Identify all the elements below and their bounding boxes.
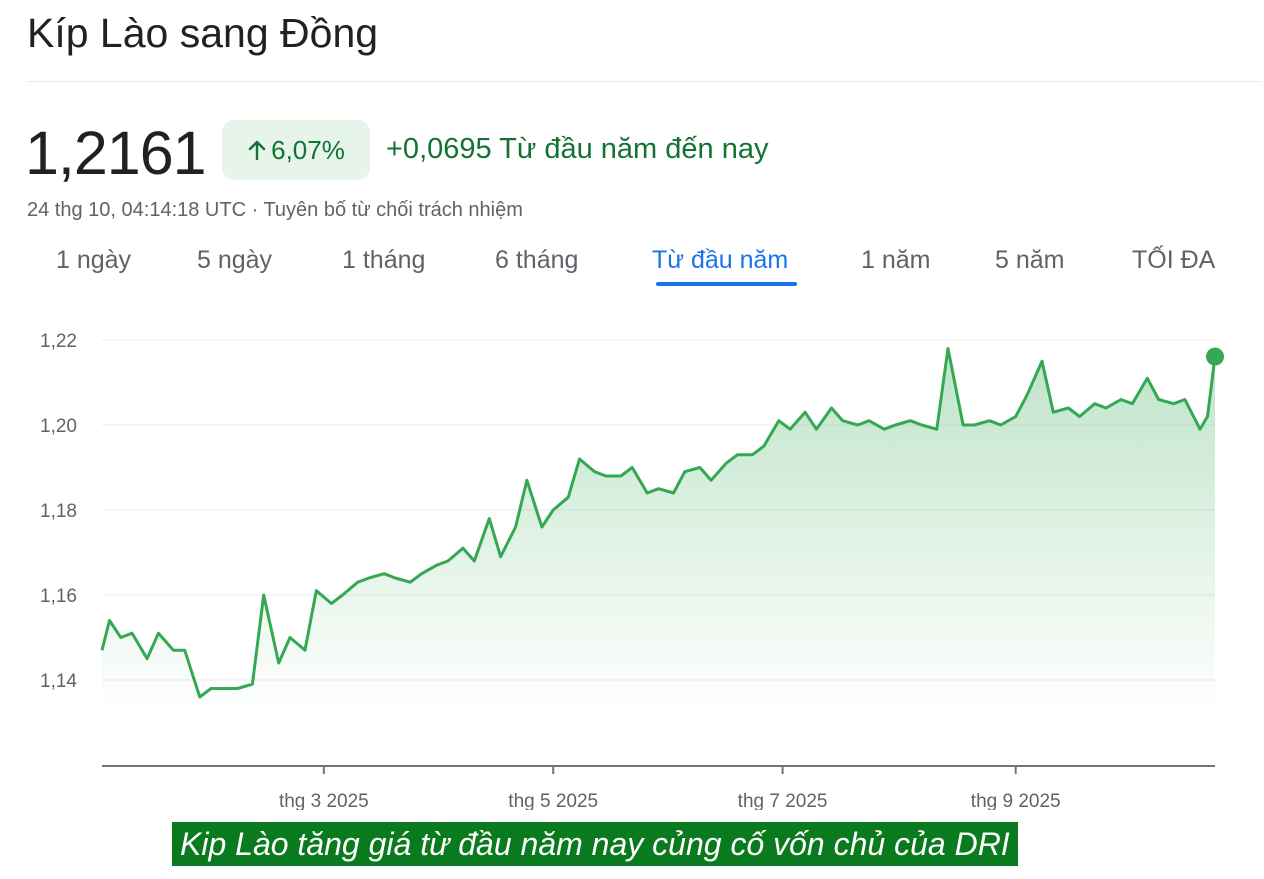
x-tick-label: thg 5 2025 — [508, 791, 598, 810]
price-chart[interactable]: 1,14 1,16 1,18 1,20 1,22 thg 3 2025 thg 5 2025… — [0, 320, 1264, 810]
range-tabs: 1 ngày 5 ngày 1 tháng 6 tháng Từ đầu năm… — [0, 246, 1264, 290]
y-tick-label: 1,22 — [40, 331, 77, 352]
current-price: 1,2161 — [25, 119, 207, 187]
change-badge: 6,07% — [222, 120, 370, 180]
tab-1-day[interactable]: 1 ngày — [56, 246, 131, 275]
tab-ytd[interactable]: Từ đầu năm — [652, 246, 788, 275]
y-tick-label: 1,16 — [40, 586, 77, 607]
active-tab-indicator — [656, 282, 797, 286]
y-tick-label: 1,20 — [40, 416, 77, 437]
caption-banner: Kip Lào tăng giá từ đầu năm nay củng cố … — [172, 822, 1018, 866]
x-tick-label: thg 9 2025 — [971, 791, 1061, 810]
x-tick-label: thg 3 2025 — [279, 791, 369, 810]
y-tick-label: 1,14 — [40, 671, 77, 692]
change-amount: +0,0695 Từ đầu năm đến nay — [386, 133, 769, 165]
timestamp-disclaimer: 24 thg 10, 04:14:18 UTC · Tuyên bố từ ch… — [27, 199, 523, 221]
title-divider — [27, 81, 1262, 82]
tab-max[interactable]: TỐI ĐA — [1132, 246, 1215, 275]
arrow-up-icon — [248, 140, 266, 161]
y-tick-label: 1,18 — [40, 501, 77, 522]
page-title: Kíp Lào sang Đồng — [27, 10, 379, 56]
x-tick-label: thg 7 2025 — [738, 791, 828, 810]
current-point — [1206, 347, 1224, 366]
series-area — [102, 348, 1215, 712]
tab-1-year[interactable]: 1 năm — [861, 246, 930, 275]
tab-5-years[interactable]: 5 năm — [995, 246, 1064, 275]
tab-1-month[interactable]: 1 tháng — [342, 246, 425, 275]
tab-6-months[interactable]: 6 tháng — [495, 246, 578, 275]
tab-5-days[interactable]: 5 ngày — [197, 246, 272, 275]
change-percent: 6,07% — [271, 134, 345, 165]
